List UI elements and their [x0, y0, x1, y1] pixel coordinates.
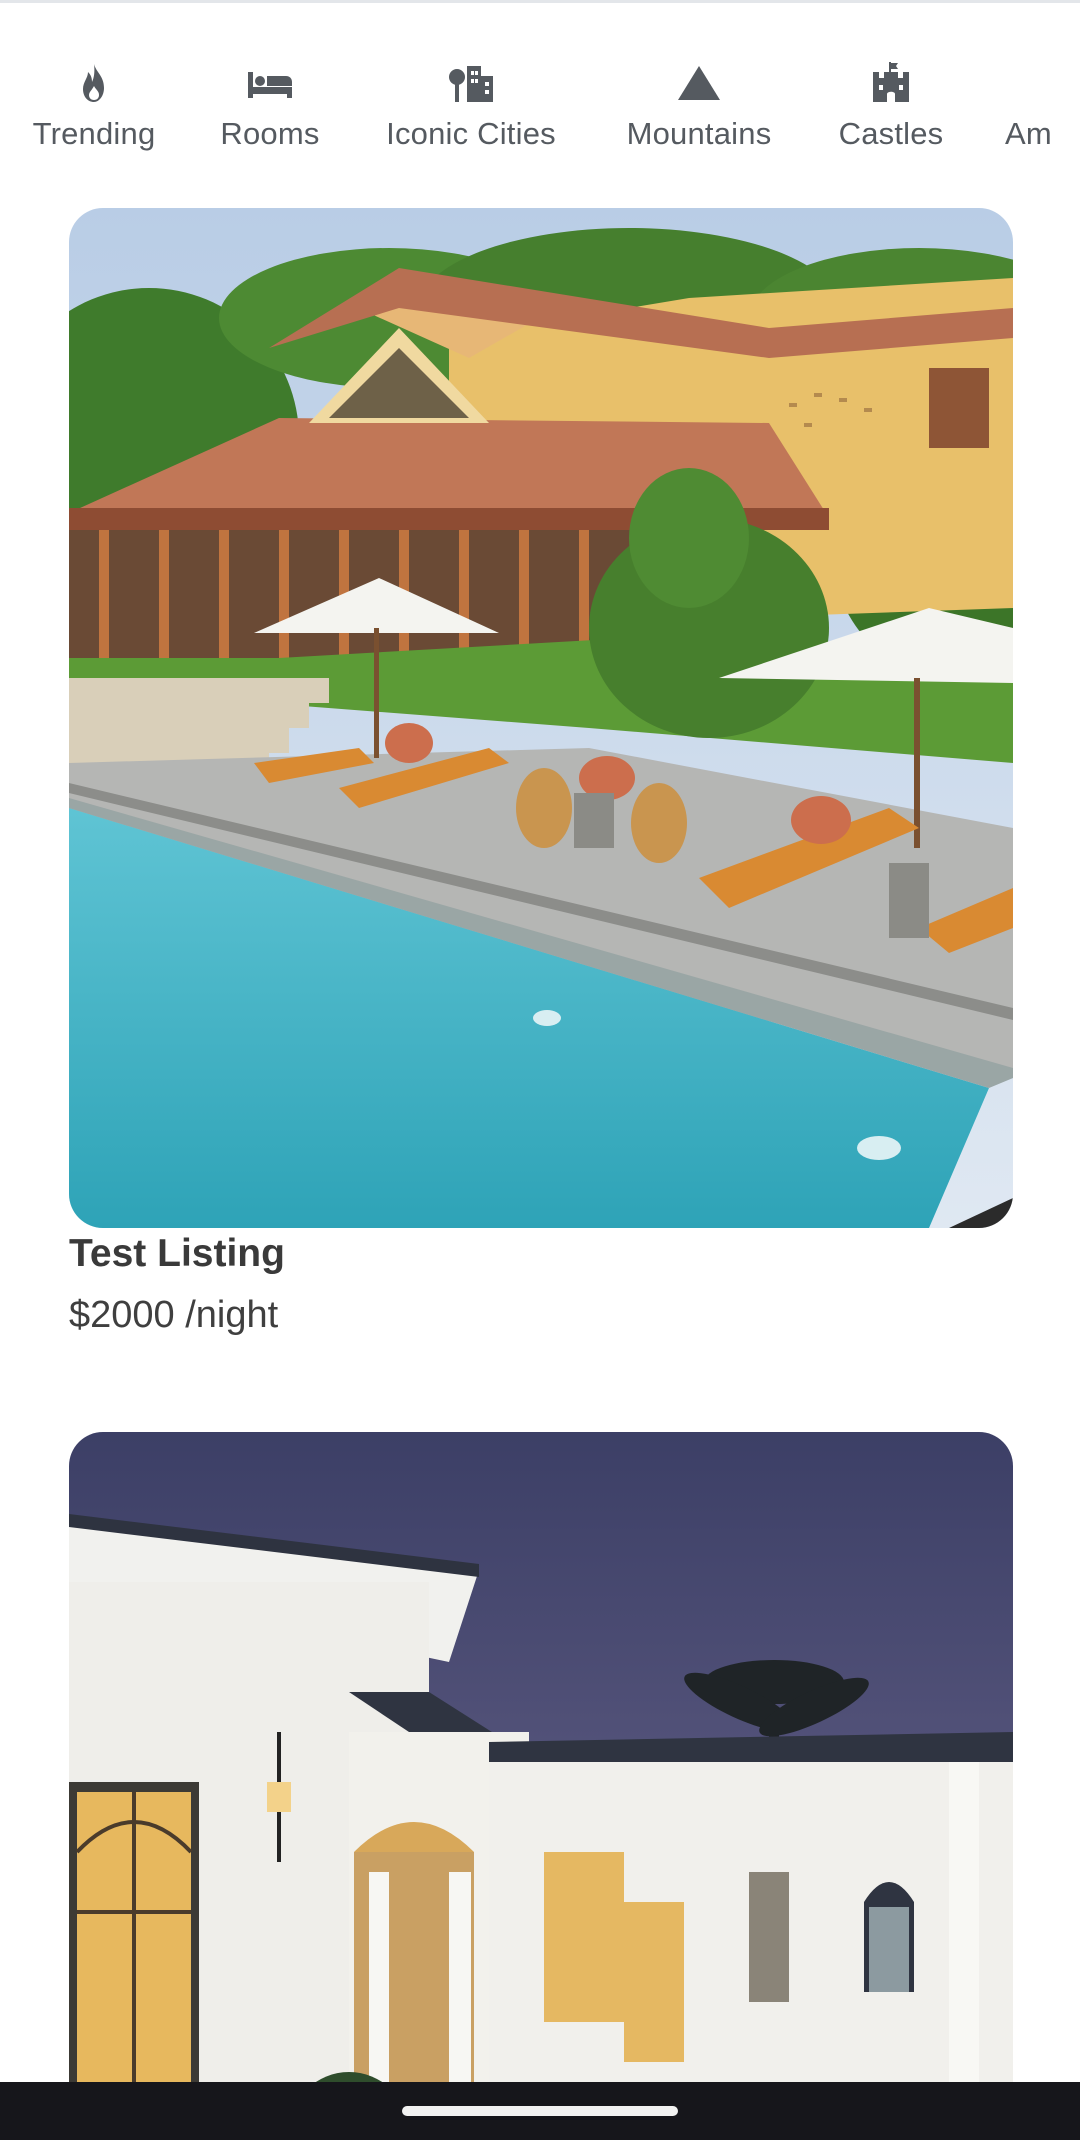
- category-label: Mountains: [626, 116, 772, 151]
- category-label: Rooms: [220, 116, 320, 151]
- category-trending[interactable]: Trending: [30, 60, 158, 154]
- listing-title[interactable]: Test Listing: [69, 1232, 285, 1276]
- listing-photo[interactable]: [69, 208, 1013, 1228]
- category-partial-icon: [1005, 60, 1053, 108]
- category-rooms[interactable]: Rooms: [218, 60, 322, 154]
- status-bar-edge: [0, 0, 1080, 3]
- category-castles[interactable]: Castles: [837, 60, 945, 154]
- mountain-icon: [678, 66, 720, 100]
- category-label: Castles: [838, 116, 944, 151]
- category-label: Trending: [32, 116, 156, 151]
- listing-photo[interactable]: [69, 1432, 1013, 2140]
- category-partial[interactable]: Am: [1005, 60, 1080, 154]
- category-mountains[interactable]: Mountains: [621, 60, 777, 154]
- villa-pool-image: [69, 208, 1013, 1228]
- system-navigation-bar: [0, 2082, 1080, 2140]
- villa-dusk-image: [69, 1432, 1013, 2140]
- city-icon: [449, 66, 493, 102]
- listing-price: $2000 /night: [69, 1294, 279, 1336]
- home-gesture-handle[interactable]: [402, 2106, 678, 2116]
- category-label: Iconic Cities: [386, 116, 556, 151]
- category-label: Am: [1005, 116, 1052, 151]
- category-bar[interactable]: Trending Rooms Iconic Cities Mountains C…: [0, 60, 1080, 180]
- bed-icon: [248, 72, 292, 98]
- category-iconic-cities[interactable]: Iconic Cities: [382, 60, 560, 154]
- castle-icon: [873, 62, 909, 102]
- fire-icon: [83, 64, 104, 102]
- app-screen: Trending Rooms Iconic Cities Mountains C…: [0, 0, 1080, 2140]
